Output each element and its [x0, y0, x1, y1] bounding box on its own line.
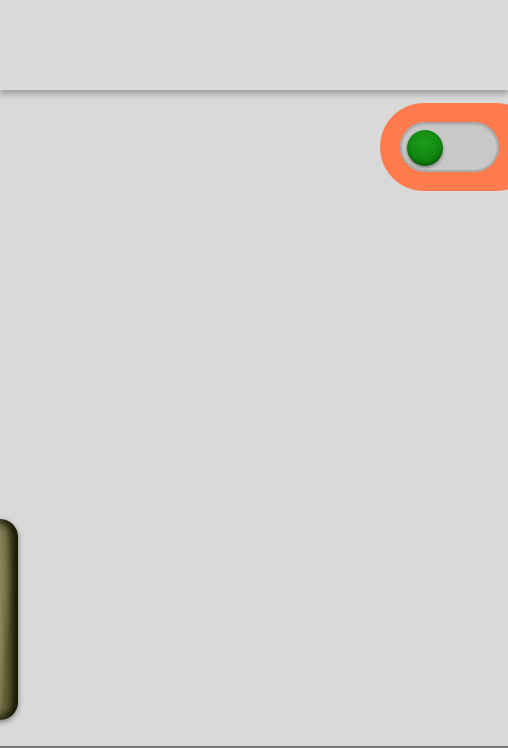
top-app-bar — [0, 0, 508, 90]
photo-thumbnail[interactable] — [0, 519, 18, 720]
app-screen — [0, 0, 508, 748]
toggle-knob[interactable] — [407, 130, 443, 166]
